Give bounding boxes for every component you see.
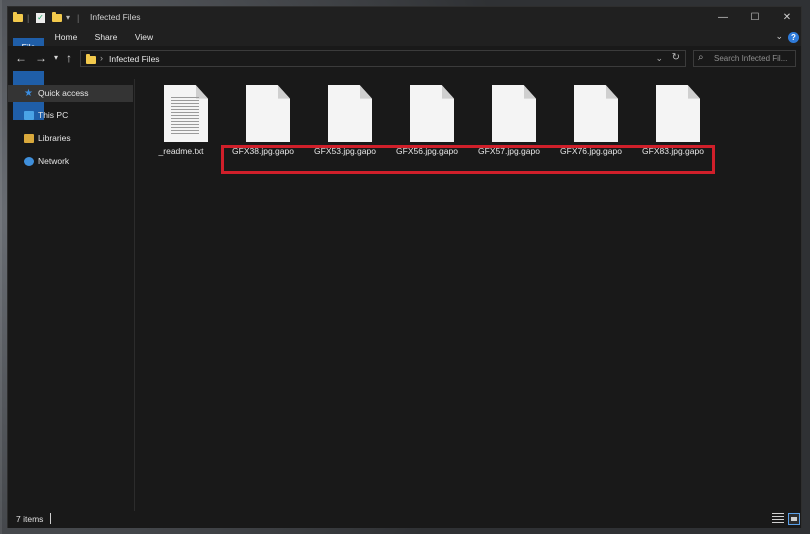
blank-file-icon — [328, 85, 372, 142]
navigation-pane: ★ Quick access This PC Libraries Network — [8, 79, 135, 511]
network-icon — [24, 157, 34, 166]
up-arrow-icon[interactable]: ↑ — [66, 51, 72, 65]
navigation-bar: ← → ▾ ↑ › Infected Files ⌄ ↻ ⌕ — [8, 46, 801, 71]
blank-file-icon — [656, 85, 700, 142]
help-icon[interactable]: ? — [788, 32, 799, 43]
forward-arrow-icon[interactable]: → — [35, 51, 47, 65]
sidebar-item-label: This PC — [38, 110, 69, 120]
chevron-down-icon[interactable]: ⌄ — [655, 53, 663, 64]
tab-share[interactable]: Share — [88, 28, 124, 46]
recent-locations-icon[interactable]: ▾ — [54, 51, 58, 65]
computer-icon — [24, 111, 34, 120]
blank-file-icon — [410, 85, 454, 142]
search-icon: ⌕ — [698, 52, 704, 63]
sidebar-item-libraries[interactable]: Libraries — [8, 130, 133, 147]
status-bar: 7 items — [8, 511, 801, 528]
expand-ribbon-icon[interactable]: ⌄ — [775, 31, 783, 42]
sidebar-item-network[interactable]: Network — [8, 153, 133, 170]
separator: | — [27, 12, 30, 23]
title-bar: | ✓ ▾ | Infected Files — ☐ ✕ — [8, 7, 801, 28]
star-icon: ★ — [24, 88, 33, 99]
folder-icon — [86, 54, 96, 64]
blank-file-icon — [246, 85, 290, 142]
search-input[interactable] — [714, 52, 794, 65]
refresh-icon[interactable]: ↻ — [672, 52, 680, 63]
sidebar-item-this-pc[interactable]: This PC — [8, 107, 133, 124]
customize-toolbar-icon[interactable]: ▾ — [66, 11, 70, 24]
chevron-right-icon: › — [100, 53, 103, 63]
separator: | — [77, 12, 80, 23]
close-button[interactable]: ✕ — [771, 7, 803, 28]
tab-home[interactable]: Home — [48, 28, 84, 46]
address-path[interactable]: Infected Files — [109, 54, 160, 64]
maximize-button[interactable]: ☐ — [739, 7, 771, 28]
file-explorer-window: | ✓ ▾ | Infected Files — ☐ ✕ File Home S… — [7, 6, 802, 528]
details-view-icon[interactable] — [772, 513, 784, 525]
item-count: 7 items — [16, 514, 44, 524]
tab-view[interactable]: View — [128, 28, 160, 46]
address-bar[interactable]: › Infected Files ⌄ ↻ — [80, 50, 686, 67]
new-folder-icon[interactable] — [52, 11, 62, 24]
status-separator — [50, 513, 51, 524]
search-box[interactable]: ⌕ — [693, 50, 796, 67]
encrypted-files-highlight-box — [221, 145, 715, 174]
large-icons-view-icon[interactable] — [788, 513, 800, 525]
blank-file-icon — [574, 85, 618, 142]
ribbon-tabs: File Home Share View ⌄ ? — [8, 28, 801, 120]
minimize-button[interactable]: — — [707, 7, 739, 28]
sidebar-item-label: Quick access — [38, 88, 89, 98]
sidebar-item-quick-access[interactable]: ★ Quick access — [8, 85, 133, 102]
file-item[interactable]: _readme.txt — [147, 81, 215, 163]
properties-icon[interactable]: ✓ — [36, 11, 45, 24]
folder-icon — [13, 11, 23, 24]
file-list-pane: _readme.txt GFX38.jpg.gapo GFX53.jpg.gap… — [135, 71, 801, 511]
sidebar-item-label: Libraries — [38, 133, 71, 143]
blank-file-icon — [492, 85, 536, 142]
back-arrow-icon[interactable]: ← — [15, 51, 27, 65]
file-name: _readme.txt — [158, 146, 204, 156]
sidebar-item-label: Network — [38, 156, 70, 166]
libraries-icon — [24, 134, 34, 143]
window-title: Infected Files — [90, 12, 141, 22]
